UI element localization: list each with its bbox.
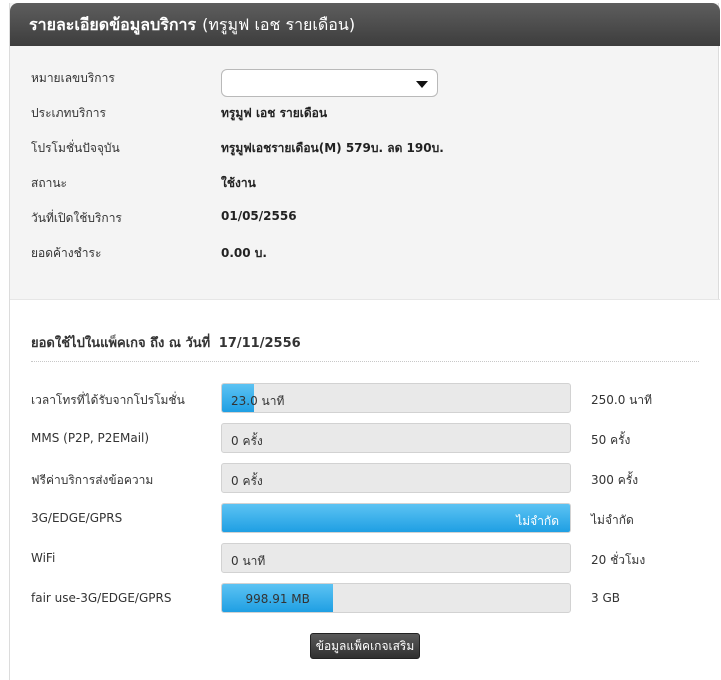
usage-label: 3G/EDGE/GPRS bbox=[31, 511, 123, 525]
usage-date: 17/11/2556 bbox=[218, 336, 301, 351]
usage-section: ยอดใช้ไปในแพ็คเกจ ถึง ณ วันที่ 17/11/255… bbox=[10, 299, 720, 680]
usage-used: 23.0 นาที bbox=[231, 394, 285, 408]
panel-title: รายละเอียดข้อมูลบริการ bbox=[29, 15, 197, 34]
balance-due-label: ยอดค้างชำระ bbox=[31, 246, 102, 260]
status-label: สถานะ bbox=[31, 176, 67, 190]
service-detail-panel: รายละเอียดข้อมูลบริการ (ทรูมูฟ เอช รายเดื… bbox=[9, 3, 720, 680]
usage-used: 0 ครั้ง bbox=[231, 434, 263, 448]
panel-header: รายละเอียดข้อมูลบริการ (ทรูมูฟ เอช รายเดื… bbox=[10, 3, 720, 46]
service-type-value: ทรูมูฟ เอช รายเดือน bbox=[221, 106, 328, 120]
service-type-label: ประเภทบริการ bbox=[31, 106, 106, 120]
activation-date-label: วันที่เปิดใช้บริการ bbox=[31, 211, 122, 225]
usage-max: 20 ชั่วโมง bbox=[591, 553, 646, 567]
usage-label: MMS (P2P, P2EMail) bbox=[31, 431, 150, 445]
usage-max: 3 GB bbox=[591, 591, 620, 605]
promotion-value: ทรูมูฟเอชรายเดือน(M) 579บ. ลด 190บ. bbox=[221, 141, 444, 155]
usage-label: เวลาโทรที่ได้รับจากโปรโมชั่น bbox=[31, 393, 185, 407]
usage-max: 50 ครั้ง bbox=[591, 433, 631, 447]
usage-used: 0 ครั้ง bbox=[231, 474, 263, 488]
usage-used: 0 นาที bbox=[231, 554, 266, 568]
promotion-label: โปรโมชั่นปัจจุบัน bbox=[31, 141, 120, 155]
usage-row-sms: ฟรีค่าบริการส่งข้อความ 0 ครั้ง 300 ครั้ง bbox=[10, 463, 720, 493]
activation-date-value: 01/05/2556 bbox=[221, 209, 297, 223]
chevron-down-icon bbox=[416, 81, 428, 88]
usage-row-fair-use: fair use-3G/EDGE/GPRS 998.91 MB 3 GB bbox=[10, 583, 720, 613]
usage-label: ฟรีค่าบริการส่งข้อความ bbox=[31, 473, 154, 487]
usage-row-wifi: WiFi 0 นาที 20 ชั่วโมง bbox=[10, 543, 720, 573]
usage-row-call-minutes: เวลาโทรที่ได้รับจากโปรโมชั่น 23.0 นาที 2… bbox=[10, 383, 720, 413]
usage-title: ยอดใช้ไปในแพ็คเกจ ถึง ณ วันที่ 17/11/255… bbox=[31, 332, 301, 353]
usage-max: 250.0 นาที bbox=[591, 393, 653, 407]
usage-max: 300 ครั้ง bbox=[591, 473, 639, 487]
divider bbox=[31, 361, 699, 362]
usage-label: fair use-3G/EDGE/GPRS bbox=[31, 591, 172, 605]
status-value: ใช้งาน bbox=[221, 176, 256, 190]
usage-max: ไม่จำกัด bbox=[591, 513, 634, 527]
usage-bar: 998.91 MB bbox=[221, 583, 571, 613]
usage-bar: 0 ครั้ง bbox=[221, 463, 571, 493]
usage-title-text: ยอดใช้ไปในแพ็คเกจ ถึง ณ วันที่ bbox=[31, 336, 211, 351]
usage-row-3g: 3G/EDGE/GPRS ไม่จำกัด ไม่จำกัด bbox=[10, 503, 720, 533]
service-number-select[interactable] bbox=[221, 69, 438, 97]
usage-row-mms: MMS (P2P, P2EMail) 0 ครั้ง 50 ครั้ง bbox=[10, 423, 720, 453]
usage-used: 998.91 MB bbox=[245, 592, 310, 606]
extra-package-button[interactable]: ข้อมูลแพ็คเกจเสริม bbox=[310, 633, 420, 659]
usage-bar: 0 นาที bbox=[221, 543, 571, 573]
usage-bar: 23.0 นาที bbox=[221, 383, 571, 413]
usage-used: ไม่จำกัด bbox=[516, 514, 559, 528]
usage-bar: ไม่จำกัด bbox=[221, 503, 571, 533]
usage-label: WiFi bbox=[31, 551, 56, 565]
panel-subtitle: (ทรูมูฟ เอช รายเดือน) bbox=[202, 15, 356, 34]
balance-due-value: 0.00 บ. bbox=[221, 246, 267, 260]
usage-bar: 0 ครั้ง bbox=[221, 423, 571, 453]
service-number-label: หมายเลขบริการ bbox=[31, 71, 115, 85]
